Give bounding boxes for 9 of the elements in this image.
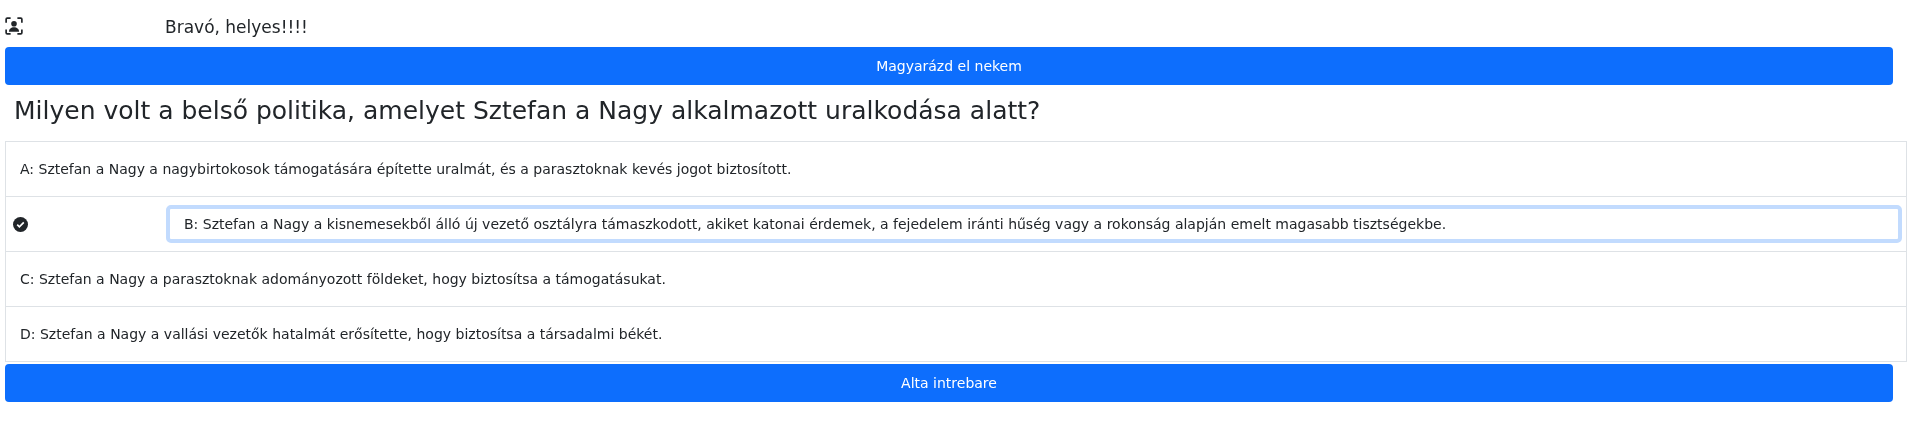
user-scan-icon [5,16,23,35]
answer-option[interactable]: D: Sztefan a Nagy a vallási vezetők hatalmát erősítette, hogy biztosítsa a társadalmi békét. [6,307,1906,362]
question-text: Milyen volt a belső politika, amelyet Sztefan a Nagy alkalmazott uralkodása alatt? [13,95,1042,127]
answer-option[interactable]: C: Sztefan a Nagy a parasztoknak adományozott földeket, hogy biztosítsa a támogatásukat. [6,252,1906,307]
answer-option[interactable]: B: Sztefan a Nagy a kisnemesekből álló új vezető osztályra támaszkodott, akiket katonai érdemek, a fejedelem iránti hűség vagy a rokonság alapján emelt magasabb tisztségekbe. [166,205,1902,243]
answer-option[interactable]: A: Sztefan a Nagy a nagybirtokosok támogatására építette uralmát, és a parasztoknak kevés jogot biztosított. [6,142,1906,197]
next-question-button[interactable]: Alta intrebare [5,364,1893,402]
feedback-message: Bravó, helyes!!!! [165,16,308,37]
explain-button[interactable]: Magyarázd el nekem [5,47,1893,85]
